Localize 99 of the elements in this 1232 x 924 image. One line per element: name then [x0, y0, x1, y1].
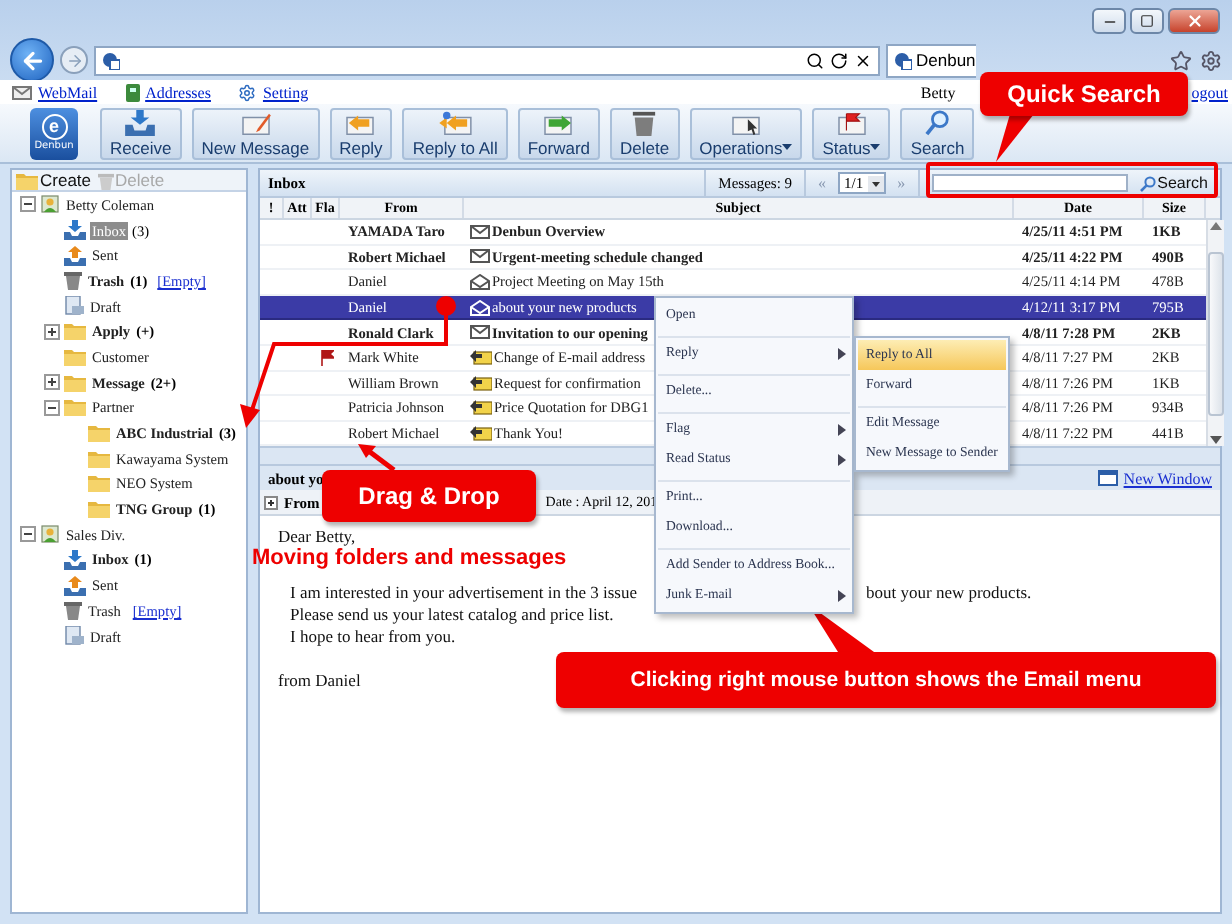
toolbar-button[interactable]: Search — [900, 107, 975, 159]
close-icon[interactable] — [854, 51, 872, 69]
scrollbar[interactable] — [1206, 220, 1224, 446]
window-icon — [1097, 470, 1118, 487]
trash-icon — [97, 171, 114, 189]
user-name: Betty — [920, 83, 956, 101]
envelope-icon — [12, 85, 32, 99]
nav-link[interactable]: Addresses — [125, 83, 211, 101]
open-envelope-icon — [470, 273, 490, 290]
caret-icon — [867, 175, 884, 191]
callout-pointer — [358, 444, 396, 472]
draft-icon — [64, 626, 84, 647]
folder-icon — [88, 474, 110, 493]
annotation-text: Moving folders and messages — [252, 546, 567, 572]
body-text: bout your new products. — [866, 582, 1032, 605]
collapse-toggle[interactable] — [20, 526, 36, 543]
expand-toggle[interactable] — [44, 374, 60, 391]
back-button[interactable] — [10, 38, 54, 82]
browser-tab[interactable]: Denbun — [886, 43, 976, 77]
expand-toggle[interactable] — [264, 495, 278, 510]
star-icon[interactable] — [1170, 49, 1192, 71]
search-icon — [923, 109, 952, 135]
logout-link[interactable]: ogout — [1191, 83, 1228, 101]
toolbar-button[interactable]: Status — [812, 107, 891, 159]
search-icon — [1139, 175, 1156, 191]
open-envelope-icon — [470, 299, 490, 316]
maximize-icon — [1140, 14, 1154, 28]
plus-icon — [46, 325, 58, 338]
minimize-button[interactable] — [1092, 8, 1126, 34]
folder-icon — [88, 449, 110, 468]
folder-icon — [88, 500, 110, 519]
settings-icon[interactable] — [1200, 49, 1222, 71]
maximize-button[interactable] — [1130, 8, 1164, 34]
book-icon — [125, 83, 140, 101]
draft-icon — [64, 296, 84, 317]
envelope-pencil-icon — [239, 109, 272, 135]
callout: Drag & Drop — [322, 470, 536, 522]
body-text: I hope to hear from you. — [290, 626, 456, 649]
callout-pointer — [996, 114, 1034, 162]
folder-icon — [64, 347, 86, 366]
nav-link[interactable]: Setting — [238, 83, 309, 101]
close-button[interactable] — [1168, 8, 1220, 34]
envelope-arrow-icon — [470, 348, 492, 367]
refresh-icon[interactable] — [830, 51, 848, 69]
outbox-tray-icon — [64, 575, 86, 596]
account-icon — [40, 524, 60, 545]
body-text: I am interested in your advertisement in the 3 issue — [290, 582, 637, 605]
scrollbar-thumb[interactable] — [1208, 251, 1224, 415]
collapse-toggle[interactable] — [20, 196, 36, 213]
close-icon — [1185, 12, 1203, 30]
toolbar-button[interactable]: Receive — [100, 107, 182, 159]
folder-icon — [64, 322, 86, 341]
page-icon — [894, 51, 912, 69]
envelope-arrow-icon — [470, 398, 492, 417]
outbox-tray-icon — [64, 245, 86, 266]
address-field[interactable] — [94, 45, 880, 75]
folder-icon — [64, 398, 86, 417]
minus-icon — [22, 528, 34, 541]
toolbar-button[interactable]: Reply — [329, 107, 393, 159]
envelope-flag-icon — [835, 109, 868, 135]
greeting-text: Dear Betty, — [278, 526, 356, 548]
forward-arrow-icon — [65, 51, 83, 69]
folder-icon — [64, 373, 86, 392]
body-text: Please send us your latest catalog and price list. — [290, 604, 614, 627]
toolbar-button[interactable]: Operations — [689, 107, 803, 159]
settings-icon — [238, 83, 257, 101]
folder-icon — [88, 424, 110, 443]
back-arrow-icon — [19, 47, 45, 73]
inbox-tray-icon — [64, 220, 86, 241]
toolbar-button[interactable]: Delete — [610, 107, 680, 159]
envelope-arrow-icon — [470, 424, 492, 443]
search-field[interactable] — [931, 174, 1128, 192]
trash-icon — [632, 109, 657, 135]
inbox-tray-icon — [124, 109, 157, 135]
inbox-tray-icon — [64, 549, 86, 570]
nav-link[interactable]: WebMail — [12, 83, 98, 101]
trash-icon — [64, 270, 82, 291]
search-icon[interactable] — [806, 51, 824, 69]
toolbar-button[interactable]: Forward — [517, 107, 601, 159]
envelope-icon — [470, 223, 490, 240]
envelope-icon — [470, 248, 490, 265]
collapse-toggle[interactable] — [44, 399, 60, 416]
search-button[interactable]: Search — [1139, 174, 1208, 192]
minus-icon — [22, 198, 34, 211]
plus-icon — [46, 376, 58, 389]
envelope-arrow-icon — [470, 373, 492, 392]
minus-icon — [46, 401, 58, 414]
expand-toggle[interactable] — [44, 323, 60, 340]
toolbar-button[interactable]: New Message — [191, 107, 320, 159]
trash-icon — [64, 600, 82, 621]
page-icon — [102, 51, 120, 69]
logo-letter: e — [41, 114, 67, 140]
account-icon — [40, 194, 60, 215]
create-button[interactable]: Create — [16, 170, 92, 190]
folder-icon — [16, 171, 38, 189]
toolbar-button[interactable]: Reply to All — [402, 107, 508, 159]
envelope-icon — [470, 324, 490, 341]
new-window-link[interactable]: New Window — [1097, 469, 1212, 488]
signature-text: from Daniel — [278, 670, 361, 693]
